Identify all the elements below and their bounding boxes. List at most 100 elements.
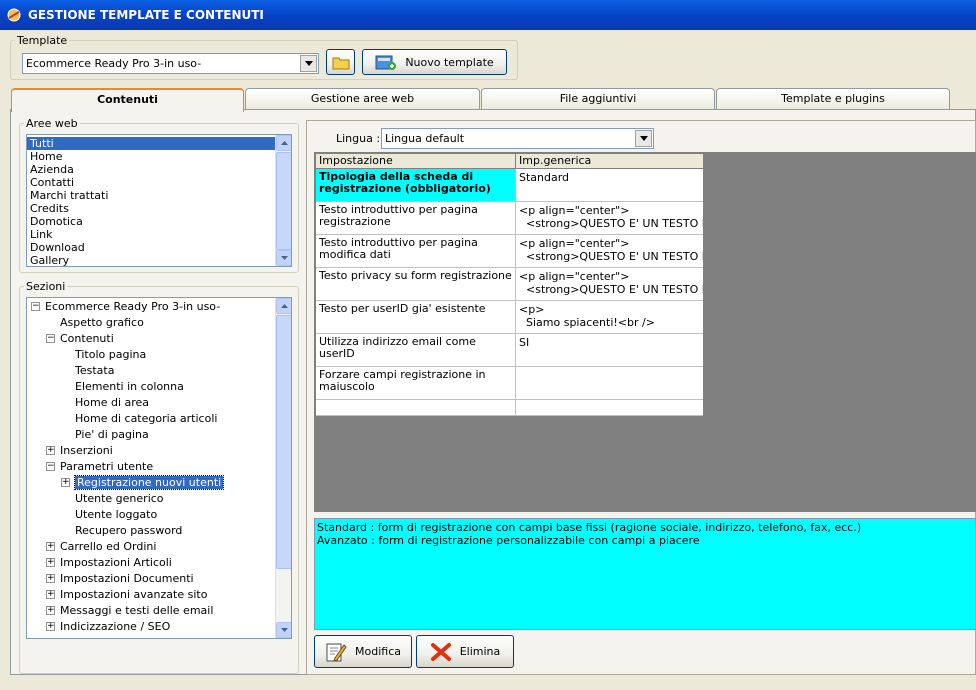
sezioni-scrollbar[interactable] [275, 298, 291, 638]
open-folder-button[interactable] [326, 49, 355, 75]
tree-node[interactable]: Messaggi e testi delle email [60, 603, 213, 619]
tree-node-label: Recupero password [75, 524, 183, 537]
tree-node-label: Contenuti [60, 332, 114, 345]
scroll-thumb[interactable] [276, 315, 291, 569]
tree-node-label: Elementi in colonna [75, 380, 184, 393]
list-item[interactable]: Marchi trattati [27, 189, 291, 202]
chevron-down-icon[interactable] [635, 130, 652, 147]
elimina-label: Elimina [459, 645, 501, 658]
list-item[interactable]: Azienda [27, 163, 291, 176]
template-select-value: Ecommerce Ready Pro 3-in uso- [26, 57, 202, 70]
tree-node[interactable]: Contenuti [60, 331, 114, 347]
sezioni-tree[interactable]: − Ecommerce Ready Pro 3-in uso- Aspetto gr… [26, 297, 292, 639]
tree-node-label: Impostazioni avanzate sito [60, 588, 208, 601]
sezioni-legend: Sezioni [26, 280, 66, 293]
tree-node[interactable]: Ecommerce Ready Pro 3-in uso- [45, 299, 220, 315]
tree-node[interactable]: Registrazione nuovi utenti [73, 475, 225, 491]
expand-icon[interactable]: + [46, 574, 55, 583]
settings-grid[interactable]: Impostazione Imp.generica Tipologia dell… [315, 153, 704, 417]
tree-node[interactable]: Pie' di pagina [75, 427, 149, 443]
setting-value-cell[interactable]: <p align="center"> <strong>QUESTO E' UN … [516, 235, 703, 267]
tree-node-label: Home di area [75, 396, 150, 409]
table-row[interactable]: Forzare campi registrazione in maiuscolo [316, 367, 703, 400]
expand-icon[interactable]: + [46, 558, 55, 567]
tree-node[interactable]: Carrello ed Ordini [60, 539, 156, 555]
tree-node[interactable]: Utente generico [75, 491, 164, 507]
list-item[interactable]: Contatti [27, 176, 291, 189]
table-row[interactable]: Utilizza indirizzo email come userID SI [316, 334, 703, 367]
list-item[interactable]: Download [27, 241, 291, 254]
grid-header-impostazione[interactable]: Impostazione [316, 154, 516, 168]
tree-node-label: Registrazione nuovi utenti [73, 475, 225, 490]
list-item[interactable]: Home [27, 150, 291, 163]
collapse-icon[interactable]: − [31, 302, 40, 311]
tree-node-label: Indicizzazione / SEO [60, 620, 171, 633]
setting-value-cell[interactable]: <p> Siamo spiacenti!<br /> [516, 301, 703, 333]
tree-node[interactable]: Aspetto grafico [60, 315, 144, 331]
tree-node[interactable]: Utente loggato [75, 507, 157, 523]
tree-node[interactable]: Impostazioni avanzate sito [60, 587, 207, 603]
table-row[interactable]: Testo introduttivo per pagina modifica d… [316, 235, 703, 268]
setting-value-cell[interactable] [516, 400, 703, 415]
tree-node-label: Utente generico [75, 492, 164, 505]
table-row[interactable]: Tipologia della scheda di registrazione … [316, 169, 703, 202]
scroll-up-icon[interactable] [276, 298, 291, 314]
list-item[interactable]: Tutti [27, 137, 291, 150]
list-item[interactable]: Credits [27, 202, 291, 215]
tree-node[interactable]: Parametri utente [60, 459, 153, 475]
chevron-down-icon[interactable] [300, 55, 317, 72]
tree-node[interactable]: Titolo pagina [75, 347, 146, 363]
tree-node-label: Pie' di pagina [75, 428, 149, 441]
tree-node[interactable]: Home di area [75, 395, 149, 411]
tree-node[interactable]: Impostazioni Documenti [60, 571, 194, 587]
setting-value-cell[interactable]: Standard [516, 169, 703, 201]
table-row[interactable]: Testo privacy su form registrazione <p al… [316, 268, 703, 301]
setting-value-cell[interactable]: SI [516, 334, 703, 366]
new-template-button[interactable]: Nuovo template [362, 49, 507, 75]
expand-icon[interactable]: + [46, 446, 55, 455]
list-item[interactable]: Domotica [27, 215, 291, 228]
elimina-button[interactable]: Elimina [416, 635, 514, 668]
table-row[interactable] [316, 400, 703, 416]
tree-node[interactable]: Indicizzazione / SEO [60, 619, 170, 635]
setting-name-cell: Testo introduttivo per pagina modifica d… [316, 235, 516, 267]
tree-node[interactable]: Testata [75, 363, 114, 379]
scroll-down-icon[interactable] [276, 250, 291, 266]
tab-template-e-plugins[interactable]: Template e plugins [716, 88, 950, 109]
scroll-thumb[interactable] [276, 152, 291, 250]
template-select[interactable]: Ecommerce Ready Pro 3-in uso- [22, 53, 319, 74]
table-row[interactable]: Testo introduttivo per pagina registrazi… [316, 202, 703, 235]
expand-icon[interactable]: + [46, 606, 55, 615]
scroll-up-icon[interactable] [276, 135, 291, 151]
lingua-label: Lingua : [336, 132, 381, 145]
tree-node[interactable]: Elementi in colonna [75, 379, 184, 395]
setting-value-cell[interactable] [516, 367, 703, 399]
setting-value-cell[interactable]: <p align="center"> <strong>QUESTO E' UN … [516, 202, 703, 234]
list-item[interactable]: Link [27, 228, 291, 241]
tree-node[interactable]: Inserzioni [60, 443, 113, 459]
setting-value-cell[interactable]: <p align="center"> <strong>QUESTO E' UN … [516, 268, 703, 300]
grid-header-imp-generica[interactable]: Imp.generica [516, 154, 703, 168]
collapse-icon[interactable]: − [46, 462, 55, 471]
scroll-down-icon[interactable] [276, 622, 291, 638]
tree-node[interactable]: Recupero password [75, 523, 182, 539]
tree-node[interactable]: Impostazioni Articoli [60, 555, 172, 571]
expand-icon[interactable]: + [61, 478, 70, 487]
table-row[interactable]: Testo per userID gia' esistente <p> Siamo… [316, 301, 703, 334]
tree-node-label: Parametri utente [60, 460, 154, 473]
lingua-select[interactable]: Lingua default [381, 128, 654, 149]
tree-node-label: Impostazioni Documenti [60, 572, 194, 585]
tree-node[interactable]: Home di categoria articoli [75, 411, 217, 427]
expand-icon[interactable]: + [46, 590, 55, 599]
modifica-button[interactable]: Modifica [314, 635, 412, 668]
aree-web-scrollbar[interactable] [275, 135, 291, 266]
collapse-icon[interactable]: − [46, 334, 55, 343]
expand-icon[interactable]: + [46, 542, 55, 551]
expand-icon[interactable]: + [46, 622, 55, 631]
tab-file-aggiuntivi[interactable]: File aggiuntivi [481, 88, 715, 109]
list-item[interactable]: Gallery [27, 254, 291, 266]
aree-web-list[interactable]: Tutti Home Azienda Contatti Marchi trattati C… [26, 134, 292, 267]
tab-gestione-aree-web[interactable]: Gestione aree web [245, 88, 480, 109]
description-line: Standard : form di registrazione con cam… [317, 521, 862, 534]
tab-contenuti[interactable]: Contenuti [11, 88, 244, 112]
